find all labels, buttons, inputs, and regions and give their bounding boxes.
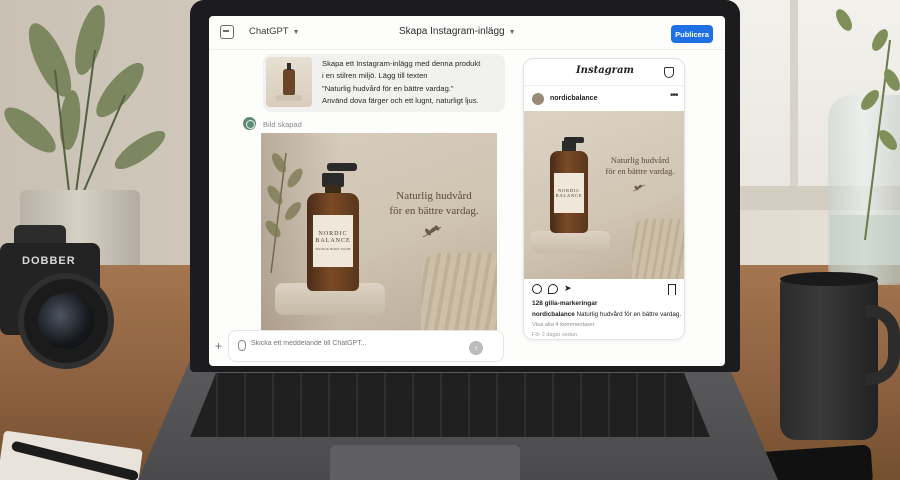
laptop-keyboard bbox=[190, 373, 710, 437]
vase-branch bbox=[836, 9, 900, 240]
brand-line: BALANCE bbox=[555, 193, 583, 198]
sprig-icon bbox=[422, 225, 442, 238]
message-input[interactable] bbox=[251, 340, 451, 347]
model-name: ChatGPT bbox=[249, 26, 289, 37]
user-message-line: Använd dova färger och ett lugnt, naturl… bbox=[322, 96, 479, 106]
linen-towel bbox=[421, 253, 497, 333]
more-options-icon[interactable]: ••• bbox=[670, 90, 678, 101]
top-bar: ChatGPT ▼ Skapa Instagram-inlägg ▼ Publice… bbox=[209, 16, 725, 50]
brand-name: BALANCE bbox=[315, 238, 351, 244]
heart-icon[interactable] bbox=[532, 284, 542, 294]
sidebar-icon[interactable] bbox=[220, 25, 234, 39]
bottle-pump bbox=[327, 163, 357, 171]
model-selector[interactable]: ChatGPT ▼ bbox=[249, 26, 300, 37]
stone-pedestal bbox=[530, 231, 610, 253]
generated-image[interactable]: NORDIC BALANCE HAND & BODY WASH Naturlig… bbox=[261, 133, 497, 333]
post-actions: ➤ bbox=[524, 281, 684, 297]
user-message-line: i en stilren miljö. Lägg till texten bbox=[322, 71, 428, 81]
bottle-label: NORDIC BALANCE bbox=[554, 173, 584, 213]
shield-icon bbox=[664, 67, 674, 78]
thumb-bottle bbox=[283, 69, 295, 95]
headline-line: Naturlig hudvård bbox=[396, 190, 472, 202]
chevron-down-icon: ▼ bbox=[292, 29, 300, 36]
message-composer: + ↑ bbox=[215, 330, 504, 362]
window-frame bbox=[790, 0, 798, 200]
user-message-text: Skapa ett Instagram-inlägg med denna pro… bbox=[322, 58, 502, 108]
post-user-row: nordicbalance ••• bbox=[524, 85, 684, 111]
caption-text: Naturlig hudvård för en bättre vardag. bbox=[576, 311, 682, 318]
paperclip-icon[interactable] bbox=[238, 340, 246, 351]
conversation-title[interactable]: Skapa Instagram-inlägg ▼ bbox=[399, 26, 516, 37]
thumb-bottle-cap bbox=[287, 63, 291, 70]
product-type: HAND & BODY WASH bbox=[315, 247, 351, 251]
comment-icon[interactable] bbox=[548, 284, 558, 294]
attached-product-image[interactable] bbox=[266, 57, 312, 107]
user-message: Skapa ett Instagram-inlägg med denna pro… bbox=[263, 54, 505, 112]
coffee-mug bbox=[780, 275, 878, 440]
headline-line: för en bättre vardag. bbox=[605, 166, 675, 176]
post-caption: nordicbalance Naturlig hudvård för en bä… bbox=[532, 311, 681, 318]
caption-username: nordicbalance bbox=[532, 311, 575, 318]
user-message-line: "Naturlig hudvård för en bättre vardag." bbox=[322, 83, 454, 93]
user-message-line: Skapa ett Instagram-inlägg med denna pro… bbox=[322, 59, 481, 68]
laptop-trackpad bbox=[330, 445, 520, 480]
plus-icon[interactable]: + bbox=[215, 339, 222, 353]
view-comments-link[interactable]: Visa alla 4 kommentarer bbox=[532, 322, 594, 328]
bottle-cap bbox=[562, 141, 576, 151]
brand-name: NORDIC BALANCE bbox=[556, 188, 583, 199]
like-count: 128 gilla-markeringar bbox=[532, 300, 598, 307]
bookmark-icon[interactable] bbox=[668, 284, 676, 295]
publish-button[interactable]: Publicera bbox=[671, 25, 713, 43]
image-status: Bild skapad bbox=[263, 120, 302, 129]
chevron-down-icon: ▼ bbox=[508, 29, 516, 36]
image-headline: Naturlig hudvård för en bättre vardag. bbox=[375, 189, 493, 219]
camera-brand: DOBBER bbox=[22, 255, 76, 267]
bottle-label: NORDIC BALANCE HAND & BODY WASH bbox=[313, 215, 353, 267]
headline-line: Naturlig hudvård bbox=[610, 155, 670, 165]
post-headline: Naturlig hudvård för en bättre vardag. bbox=[596, 155, 684, 177]
brand-name: NORDIC bbox=[318, 231, 348, 237]
post-image[interactable]: NORDIC BALANCE Naturlig hudvård för en b… bbox=[524, 111, 684, 279]
conversation-title-text: Skapa Instagram-inlägg bbox=[399, 26, 505, 37]
laptop-screen: ChatGPT ▼ Skapa Instagram-inlägg ▼ Publice… bbox=[209, 16, 725, 366]
linen-towel bbox=[632, 219, 684, 279]
avatar[interactable] bbox=[532, 93, 544, 105]
post-timestamp: För 2 dagar sedan bbox=[532, 332, 577, 338]
post-username[interactable]: nordicbalance bbox=[550, 95, 597, 102]
thumb-stone bbox=[276, 95, 302, 101]
send-icon[interactable]: ➤ bbox=[564, 283, 572, 294]
instagram-preview: Instagram nordicbalance ••• NORDIC BALAN… bbox=[523, 58, 685, 340]
instagram-logo: Instagram bbox=[576, 65, 634, 76]
headline-line: för en bättre vardag. bbox=[389, 205, 479, 217]
mug-rim bbox=[780, 272, 878, 286]
instagram-header: Instagram bbox=[524, 59, 684, 85]
camera-lens-glass bbox=[38, 293, 94, 349]
sprig-icon bbox=[633, 184, 645, 192]
assistant-avatar-icon bbox=[243, 117, 256, 130]
arrow-up-icon[interactable]: ↑ bbox=[469, 341, 483, 355]
